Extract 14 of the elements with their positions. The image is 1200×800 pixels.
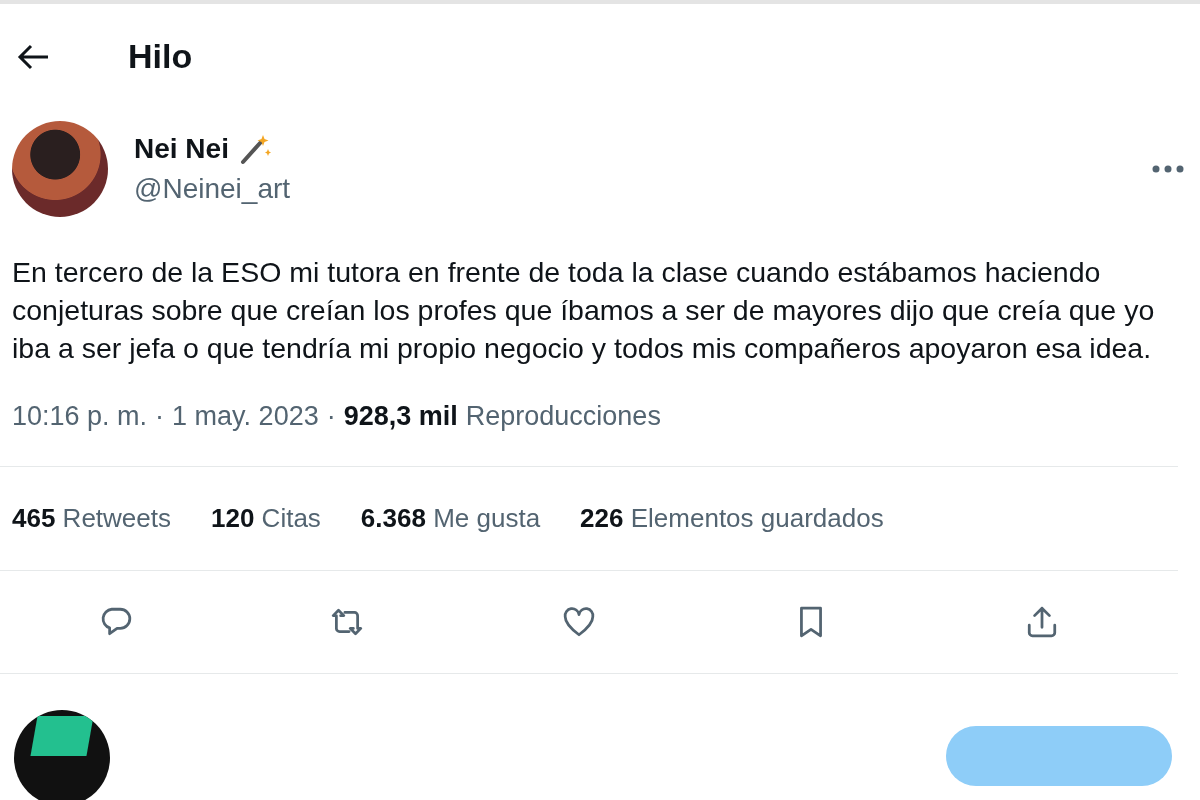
page-title: Hilo [128,37,193,76]
separator-dot: · [155,401,165,432]
stat-link[interactable]: 120 Citas [211,503,321,534]
stat-link[interactable]: 465 Retweets [12,503,171,534]
post-date[interactable]: 1 may. 2023 [172,401,319,432]
stat-link[interactable]: 6.368 Me gusta [360,503,541,534]
stat-link[interactable]: 226 Elementos guardados [580,503,884,534]
author-name[interactable]: Nei Nei [134,133,229,165]
views-count: 928,3 mil [343,401,458,432]
separator-dot: · [326,401,336,432]
post-text: En tercero de la ESO mi tutora en frente de toda la clase cuando estábamos haciendo conjeturas sobre que creían los profes que íbamos a ser de mayores dijo que creía que yo iba a ser jefa o que tendría mi propio negocio y todos mis compañeros apoyaron esa idea. [12,255,1156,366]
post-time[interactable]: 10:16 p. m. [12,401,148,432]
views-label: Reproducciones [465,401,661,432]
author-handle[interactable]: @Neinei_art [134,173,1126,205]
